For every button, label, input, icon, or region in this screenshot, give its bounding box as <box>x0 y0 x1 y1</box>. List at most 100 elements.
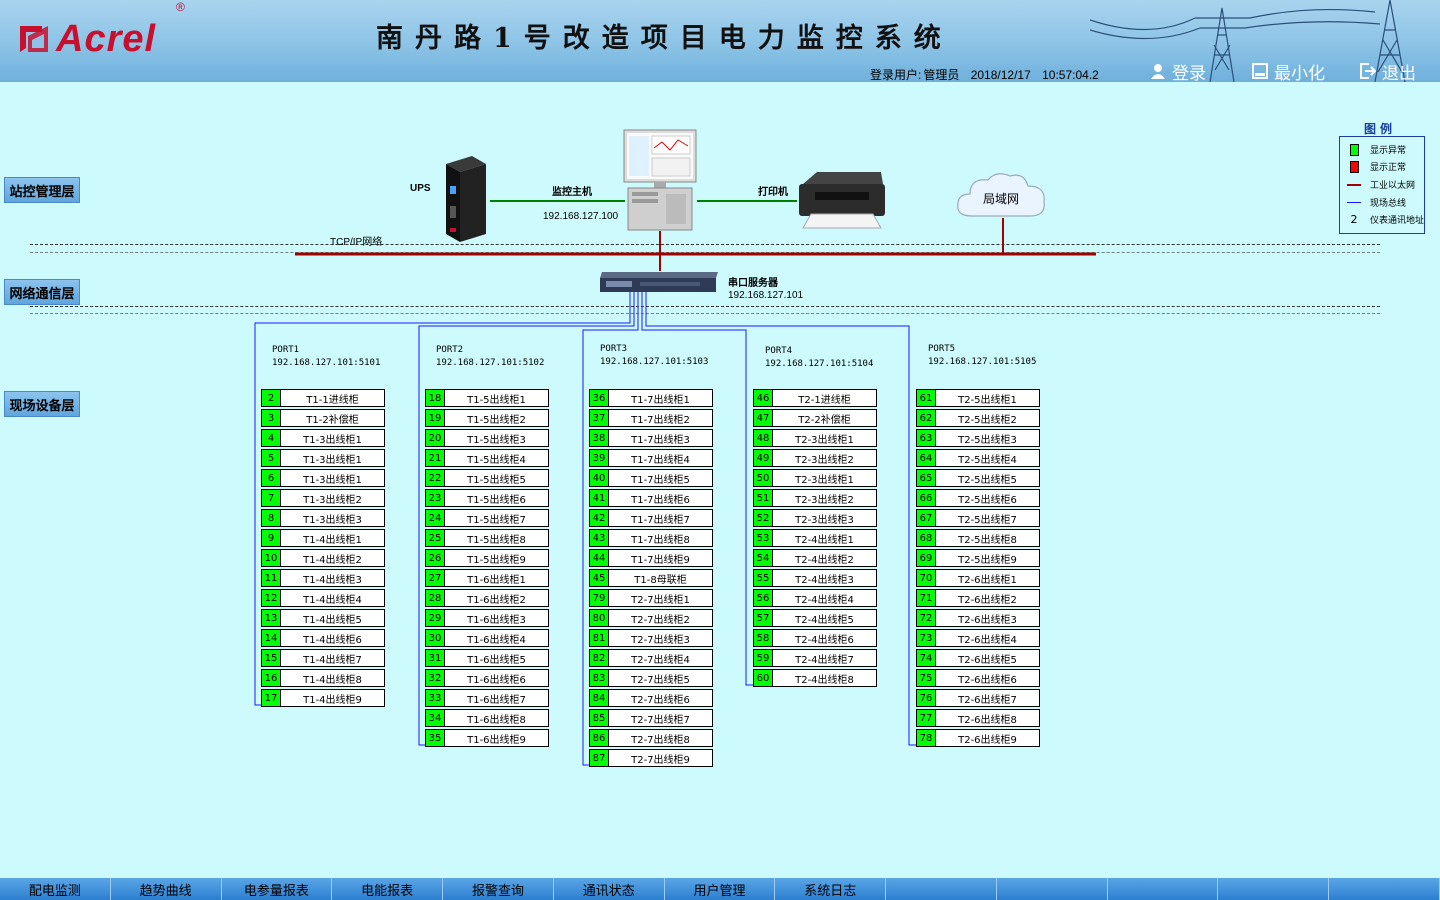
device-row[interactable]: 12 T1-4出线柜4 <box>261 589 385 607</box>
device-row[interactable]: 51 T2-3出线柜2 <box>753 489 877 507</box>
device-row[interactable]: 23 T1-5出线柜6 <box>425 489 549 507</box>
device-row[interactable]: 47 T2-2补偿柜 <box>753 409 877 427</box>
device-row[interactable]: 69 T2-5出线柜9 <box>916 549 1040 567</box>
device-row[interactable]: 39 T1-7出线柜4 <box>589 449 713 467</box>
device-row[interactable]: 68 T2-5出线柜8 <box>916 529 1040 547</box>
device-row[interactable]: 15 T1-4出线柜7 <box>261 649 385 667</box>
device-row[interactable]: 44 T1-7出线柜9 <box>589 549 713 567</box>
device-row[interactable]: 25 T1-5出线柜8 <box>425 529 549 547</box>
device-row[interactable]: 48 T2-3出线柜1 <box>753 429 877 447</box>
device-row[interactable]: 22 T1-5出线柜5 <box>425 469 549 487</box>
device-row[interactable]: 19 T1-5出线柜2 <box>425 409 549 427</box>
device-row[interactable]: 70 T2-6出线柜1 <box>916 569 1040 587</box>
device-row[interactable]: 67 T2-5出线柜7 <box>916 509 1040 527</box>
nav-item[interactable] <box>886 878 997 900</box>
device-row[interactable]: 43 T1-7出线柜8 <box>589 529 713 547</box>
device-row[interactable]: 45 T1-8母联柜 <box>589 569 713 587</box>
nav-item[interactable] <box>1108 878 1219 900</box>
device-row[interactable]: 49 T2-3出线柜2 <box>753 449 877 467</box>
device-row[interactable]: 13 T1-4出线柜5 <box>261 609 385 627</box>
device-row[interactable]: 34 T1-6出线柜8 <box>425 709 549 727</box>
device-row[interactable]: 86 T2-7出线柜8 <box>589 729 713 747</box>
device-row[interactable]: 38 T1-7出线柜3 <box>589 429 713 447</box>
printer-icon[interactable] <box>795 170 889 230</box>
nav-item[interactable]: 电能报表 <box>332 878 444 900</box>
device-row[interactable]: 87 T2-7出线柜9 <box>589 749 713 767</box>
device-row[interactable]: 71 T2-6出线柜2 <box>916 589 1040 607</box>
device-row[interactable]: 28 T1-6出线柜2 <box>425 589 549 607</box>
device-row[interactable]: 74 T2-6出线柜5 <box>916 649 1040 667</box>
nav-item[interactable]: 趋势曲线 <box>111 878 222 900</box>
device-row[interactable]: 37 T1-7出线柜2 <box>589 409 713 427</box>
device-row[interactable]: 35 T1-6出线柜9 <box>425 729 549 747</box>
device-row[interactable]: 61 T2-5出线柜1 <box>916 389 1040 407</box>
device-row[interactable]: 5 T1-3出线柜1 <box>261 449 385 467</box>
device-row[interactable]: 6 T1-3出线柜1 <box>261 469 385 487</box>
nav-item[interactable] <box>1218 878 1330 900</box>
device-row[interactable]: 53 T2-4出线柜1 <box>753 529 877 547</box>
device-row[interactable]: 63 T2-5出线柜3 <box>916 429 1040 447</box>
device-row[interactable]: 24 T1-5出线柜7 <box>425 509 549 527</box>
device-row[interactable]: 59 T2-4出线柜7 <box>753 649 877 667</box>
device-row[interactable]: 26 T1-5出线柜9 <box>425 549 549 567</box>
device-row[interactable]: 84 T2-7出线柜6 <box>589 689 713 707</box>
device-row[interactable]: 66 T2-5出线柜6 <box>916 489 1040 507</box>
device-row[interactable]: 30 T1-6出线柜4 <box>425 629 549 647</box>
device-row[interactable]: 21 T1-5出线柜4 <box>425 449 549 467</box>
device-row[interactable]: 4 T1-3出线柜1 <box>261 429 385 447</box>
device-row[interactable]: 77 T2-6出线柜8 <box>916 709 1040 727</box>
device-row[interactable]: 58 T2-4出线柜6 <box>753 629 877 647</box>
nav-item[interactable]: 系统日志 <box>775 878 887 900</box>
device-row[interactable]: 40 T1-7出线柜5 <box>589 469 713 487</box>
device-row[interactable]: 17 T1-4出线柜9 <box>261 689 385 707</box>
device-row[interactable]: 55 T2-4出线柜3 <box>753 569 877 587</box>
nav-item[interactable]: 通讯状态 <box>554 878 665 900</box>
device-row[interactable]: 16 T1-4出线柜8 <box>261 669 385 687</box>
device-row[interactable]: 54 T2-4出线柜2 <box>753 549 877 567</box>
nav-item[interactable] <box>1329 878 1440 900</box>
device-row[interactable]: 9 T1-4出线柜1 <box>261 529 385 547</box>
device-row[interactable]: 31 T1-6出线柜5 <box>425 649 549 667</box>
device-row[interactable]: 20 T1-5出线柜3 <box>425 429 549 447</box>
device-row[interactable]: 32 T1-6出线柜6 <box>425 669 549 687</box>
device-row[interactable]: 52 T2-3出线柜3 <box>753 509 877 527</box>
device-row[interactable]: 79 T2-7出线柜1 <box>589 589 713 607</box>
device-row[interactable]: 14 T1-4出线柜6 <box>261 629 385 647</box>
device-row[interactable]: 78 T2-6出线柜9 <box>916 729 1040 747</box>
device-row[interactable]: 50 T2-3出线柜1 <box>753 469 877 487</box>
device-row[interactable]: 57 T2-4出线柜5 <box>753 609 877 627</box>
device-row[interactable]: 72 T2-6出线柜3 <box>916 609 1040 627</box>
nav-item[interactable]: 电参量报表 <box>222 878 333 900</box>
device-row[interactable]: 36 T1-7出线柜1 <box>589 389 713 407</box>
device-row[interactable]: 42 T1-7出线柜7 <box>589 509 713 527</box>
device-row[interactable]: 2 T1-1进线柜 <box>261 389 385 407</box>
nav-item[interactable] <box>997 878 1108 900</box>
device-row[interactable]: 11 T1-4出线柜3 <box>261 569 385 587</box>
device-row[interactable]: 64 T2-5出线柜4 <box>916 449 1040 467</box>
device-row[interactable]: 80 T2-7出线柜2 <box>589 609 713 627</box>
device-row[interactable]: 65 T2-5出线柜5 <box>916 469 1040 487</box>
device-row[interactable]: 81 T2-7出线柜3 <box>589 629 713 647</box>
device-row[interactable]: 73 T2-6出线柜4 <box>916 629 1040 647</box>
device-row[interactable]: 41 T1-7出线柜6 <box>589 489 713 507</box>
device-row[interactable]: 18 T1-5出线柜1 <box>425 389 549 407</box>
serial-server-icon[interactable] <box>598 270 720 294</box>
device-row[interactable]: 10 T1-4出线柜2 <box>261 549 385 567</box>
device-row[interactable]: 60 T2-4出线柜8 <box>753 669 877 687</box>
device-row[interactable]: 29 T1-6出线柜3 <box>425 609 549 627</box>
device-row[interactable]: 56 T2-4出线柜4 <box>753 589 877 607</box>
nav-item[interactable]: 用户管理 <box>665 878 776 900</box>
nav-item[interactable]: 配电监测 <box>0 878 111 900</box>
device-row[interactable]: 7 T1-3出线柜2 <box>261 489 385 507</box>
device-row[interactable]: 75 T2-6出线柜6 <box>916 669 1040 687</box>
device-row[interactable]: 76 T2-6出线柜7 <box>916 689 1040 707</box>
device-row[interactable]: 33 T1-6出线柜7 <box>425 689 549 707</box>
device-row[interactable]: 82 T2-7出线柜4 <box>589 649 713 667</box>
monitor-host-icon[interactable] <box>622 128 698 232</box>
device-row[interactable]: 83 T2-7出线柜5 <box>589 669 713 687</box>
device-row[interactable]: 3 T1-2补偿柜 <box>261 409 385 427</box>
nav-item[interactable]: 报警查询 <box>443 878 554 900</box>
device-row[interactable]: 27 T1-6出线柜1 <box>425 569 549 587</box>
device-row[interactable]: 62 T2-5出线柜2 <box>916 409 1040 427</box>
device-row[interactable]: 85 T2-7出线柜7 <box>589 709 713 727</box>
